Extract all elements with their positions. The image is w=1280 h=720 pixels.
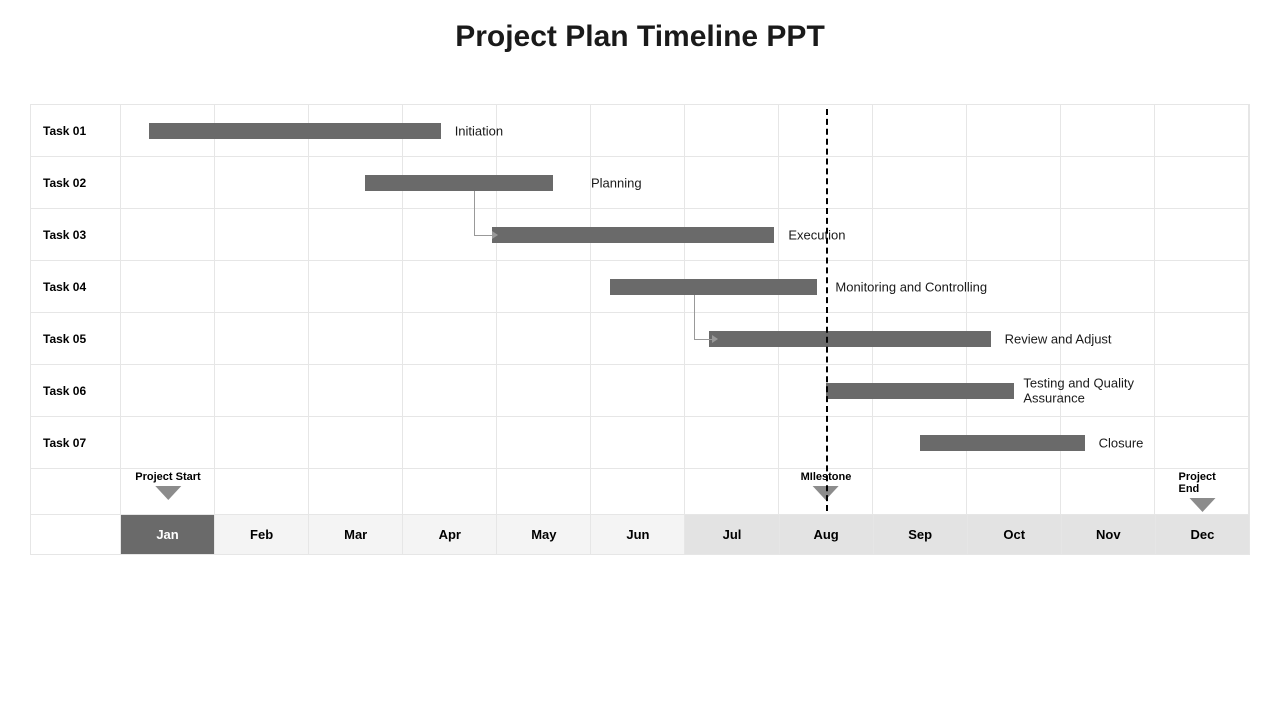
month-cell: Feb [215, 515, 309, 554]
chart-area: Testing and Quality Assurance [121, 365, 1249, 416]
month-cell: Oct [968, 515, 1062, 554]
task-row: Task 07 Closure [31, 417, 1249, 469]
page-title: Project Plan Timeline PPT [30, 20, 1250, 54]
triangle-down-icon [1189, 498, 1215, 512]
bar-label: Initiation [455, 123, 503, 138]
chart-area: Monitoring and Controlling [121, 261, 1249, 312]
milestone-marker: MIlestone [801, 471, 852, 500]
task-row: Task 03 Execution [31, 209, 1249, 261]
chart-area: Planning [121, 157, 1249, 208]
task-row: Task 01 Initiation [31, 105, 1249, 157]
months-row: JanFebMarAprMayJunJulAugSepOctNovDec [31, 515, 1249, 555]
gantt-bar [492, 227, 774, 243]
gantt-bar [920, 435, 1085, 451]
month-cell: Jan [121, 515, 215, 554]
bar-label: Testing and Quality Assurance [1023, 375, 1193, 406]
task-row: Task 05 Review and Adjust [31, 313, 1249, 365]
month-cell: Jul [685, 515, 779, 554]
task-id: Task 04 [31, 261, 121, 312]
milestone-marker: Project Start [135, 471, 200, 500]
task-id: Task 05 [31, 313, 121, 364]
bar-label: Review and Adjust [1005, 331, 1112, 346]
task-row: Task 02 Planning [31, 157, 1249, 209]
bar-label: Closure [1099, 435, 1144, 450]
month-cell: Mar [309, 515, 403, 554]
marker-label: Project Start [135, 471, 200, 483]
triangle-down-icon [813, 486, 839, 500]
task-row: Task 06 Testing and Quality Assurance [31, 365, 1249, 417]
bar-label: Planning [591, 175, 642, 190]
month-cell: Jun [591, 515, 685, 554]
month-cell: Apr [403, 515, 497, 554]
gantt-bar [826, 383, 1014, 399]
month-cell: May [497, 515, 591, 554]
task-id: Task 06 [31, 365, 121, 416]
chart-area: Execution [121, 209, 1249, 260]
gantt-bar [149, 123, 440, 139]
chart-area: Closure [121, 417, 1249, 468]
task-id: Task 03 [31, 209, 121, 260]
task-id: Task 02 [31, 157, 121, 208]
task-id: Task 01 [31, 105, 121, 156]
bar-label: Execution [788, 227, 845, 242]
chart-area: Initiation [121, 105, 1249, 156]
gantt-chart: Task 01 Initiation Task 02 Planning Task 03 E… [30, 104, 1250, 555]
month-cell: Sep [874, 515, 968, 554]
marker-label: Project End [1179, 471, 1226, 495]
bar-label: Monitoring and Controlling [835, 279, 987, 294]
chart-area: Review and Adjust [121, 313, 1249, 364]
triangle-down-icon [155, 486, 181, 500]
gantt-bar [709, 331, 991, 347]
month-cell: Aug [780, 515, 874, 554]
month-cell: Nov [1062, 515, 1156, 554]
marker-label: MIlestone [801, 471, 852, 483]
task-row: Task 04 Monitoring and Controlling [31, 261, 1249, 313]
milestone-marker: Project End [1179, 471, 1226, 512]
gantt-bar [365, 175, 553, 191]
task-id: Task 07 [31, 417, 121, 468]
marker-row: Project Start MIlestone Project End [31, 469, 1249, 515]
gantt-bar [610, 279, 817, 295]
month-cell: Dec [1156, 515, 1249, 554]
